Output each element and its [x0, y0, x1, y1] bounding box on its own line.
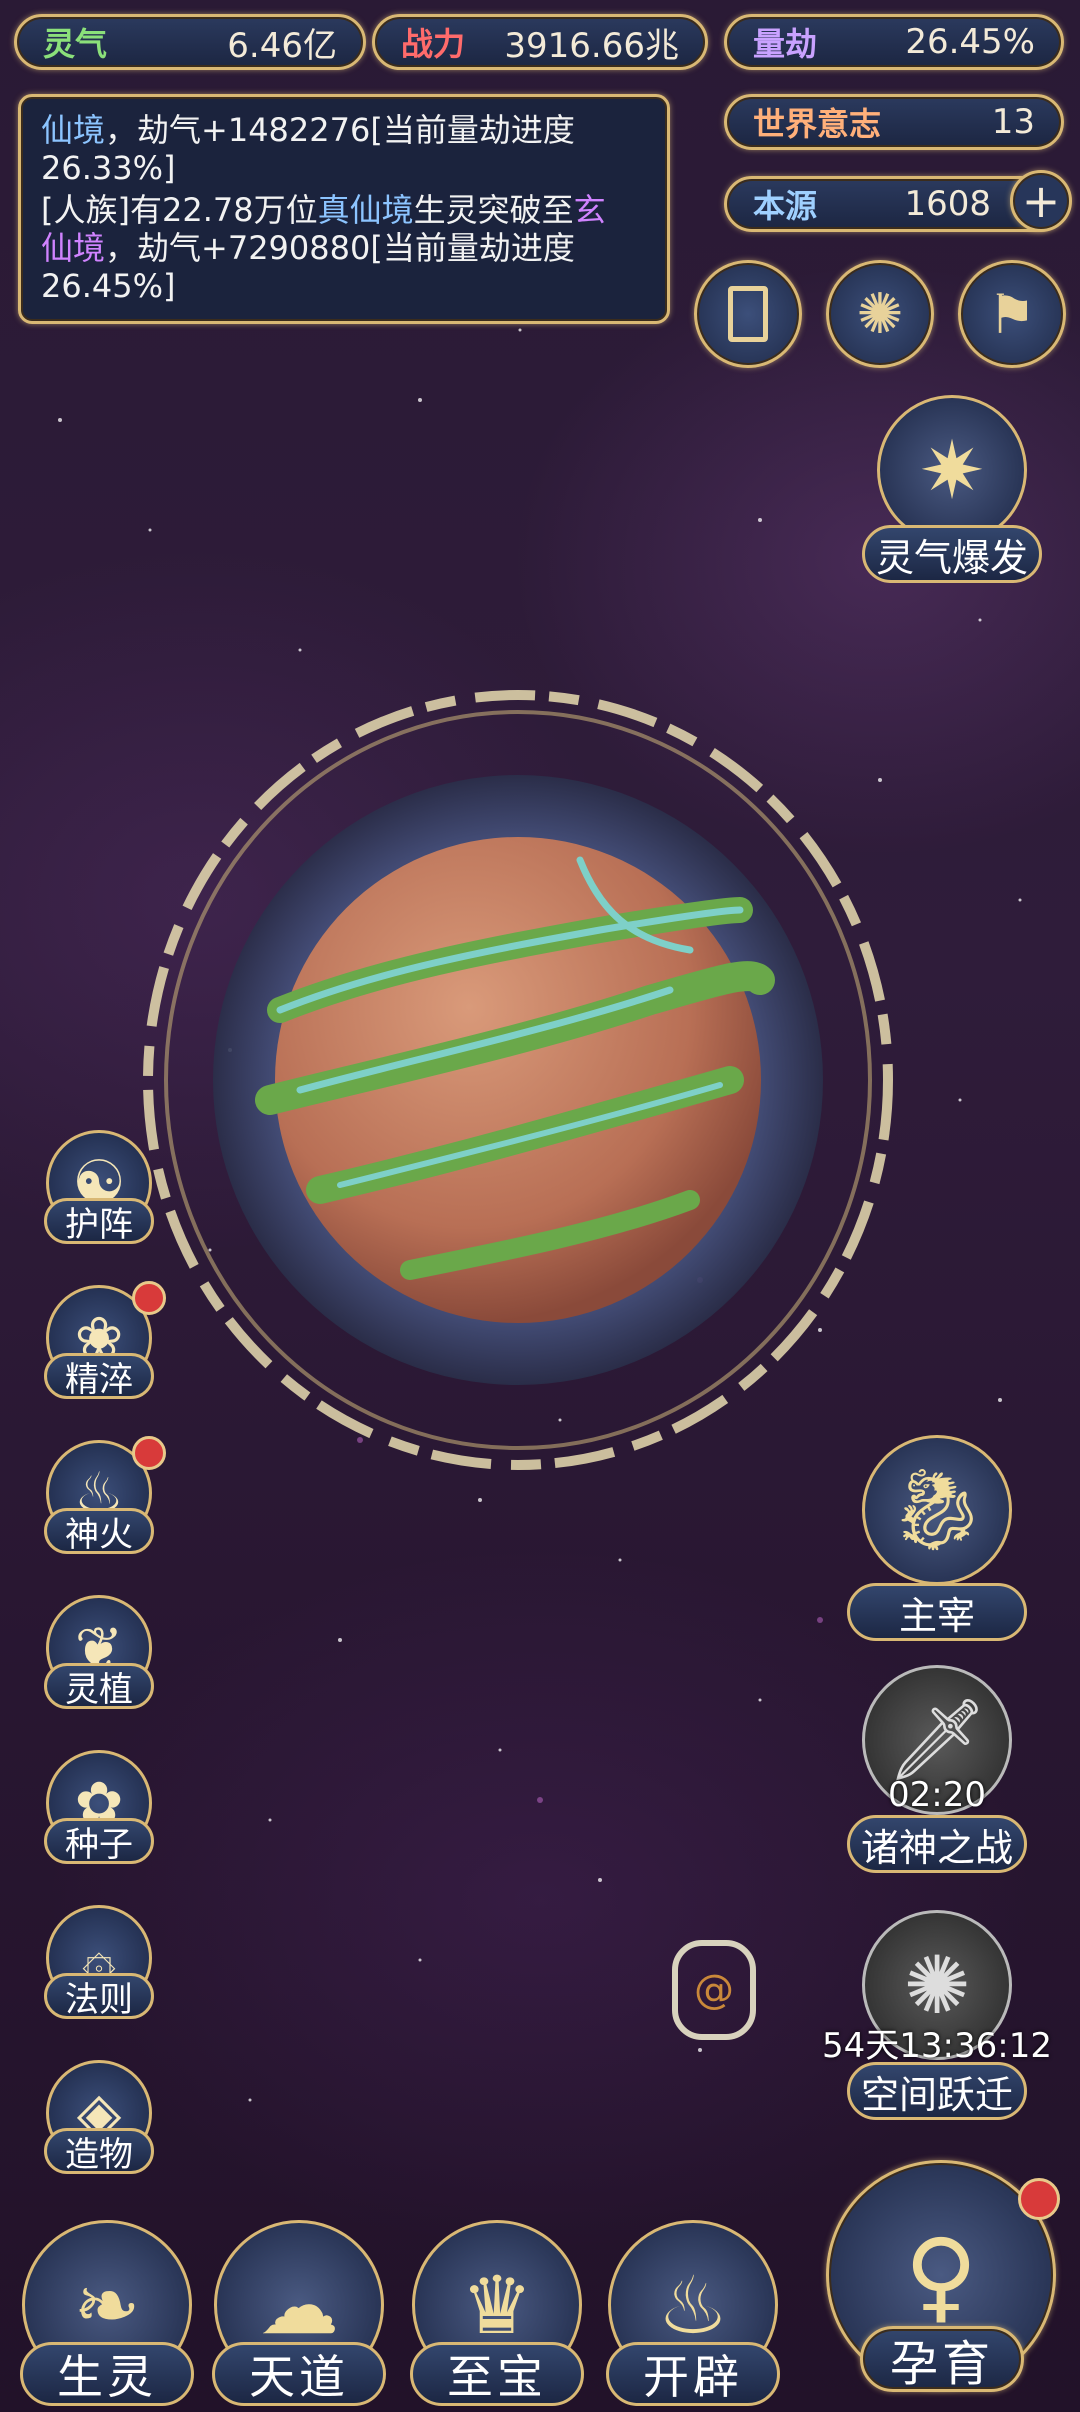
liangjie-value: 26.45%	[905, 22, 1035, 62]
log-entry: 仙境，劫气+1482276[当前量劫进度 26.33%]	[41, 111, 647, 187]
add-benyuan-button[interactable]: +	[1010, 170, 1072, 232]
left-menu-label: 神火	[44, 1508, 154, 1555]
bottom-menu-label: 天道	[212, 2342, 386, 2406]
zhuzai-label: 主宰	[847, 1583, 1027, 1641]
notification-badge	[132, 1281, 166, 1315]
card-icon	[728, 286, 768, 342]
bottom-menu-zhi-bao[interactable]: ♛ 至宝	[404, 2220, 590, 2412]
notification-badge	[1018, 2178, 1060, 2220]
left-menu-label: 法则	[44, 1973, 154, 2020]
left-menu-label: 种子	[44, 1818, 154, 1865]
bottom-menu-yun-yu[interactable]: ♀ 孕育	[812, 2150, 1070, 2408]
zhanli-stat: 战力 3916.66兆	[372, 14, 708, 70]
zhuzai-button[interactable]: 🐉︎ 主宰	[847, 1435, 1027, 1645]
log-entry: [人族]有22.78万位真仙境生灵突破至玄 仙境，劫气+7290880[当前量劫…	[41, 191, 647, 305]
benyuan-value: 1608	[904, 184, 991, 224]
zhushen-label: 诸神之战	[847, 1815, 1027, 1873]
bottom-menu-kai-pi[interactable]: ♨ 开辟	[600, 2220, 786, 2412]
log-text: ，劫气+1482276[当前量劫进度	[105, 111, 575, 149]
kongjian-yueqian-button[interactable]: ✺ 54天13:36:12 空间跃迁	[822, 1910, 1052, 2120]
swirl-icon: ✺	[856, 281, 904, 347]
log-realm-text: 真仙境	[317, 191, 414, 229]
left-menu-zao-wu[interactable]: ◈ 造物	[40, 2060, 158, 2178]
event-log: 仙境，劫气+1482276[当前量劫进度 26.33%] [人族]有22.78万…	[18, 94, 670, 324]
left-menu-fa-ze[interactable]: ۞ 法则	[40, 1905, 158, 2023]
log-text: 26.45%]	[41, 267, 176, 305]
log-realm-text: 仙境	[41, 229, 106, 267]
zhushen-zhizhan-button[interactable]: 🗡︎ 02:20 诸神之战	[847, 1665, 1027, 1875]
bottom-menu-label: 生灵	[20, 2342, 194, 2406]
kongjian-label: 空间跃迁	[847, 2062, 1027, 2120]
lingqi-stat: 灵气 6.46亿	[14, 14, 366, 70]
shijie-yizhi-stat[interactable]: 世界意志 13	[724, 94, 1064, 150]
left-menu-label: 护阵	[44, 1198, 154, 1245]
left-menu-label: 造物	[44, 2128, 154, 2175]
log-text: 生灵突破至	[413, 191, 574, 229]
left-menu-hu-zhen[interactable]: ☯ 护阵	[40, 1130, 158, 1248]
bottom-menu-label: 孕育	[860, 2326, 1024, 2392]
planet[interactable]	[130, 680, 910, 1480]
left-menu-ling-zhi[interactable]: ❦ 灵植	[40, 1595, 158, 1713]
kongjian-timer: 54天13:36:12	[822, 2026, 1052, 2066]
lingqi-burst-label: 灵气爆发	[862, 525, 1042, 583]
burst-icon: ✷	[877, 395, 1027, 545]
lingqi-burst-button[interactable]: ✷ 灵气爆发	[862, 395, 1042, 595]
left-menu-jing-cui[interactable]: ❀ 精淬	[40, 1281, 166, 1403]
shijie-yizhi-label: 世界意志	[753, 105, 882, 143]
lingqi-value: 6.46亿	[227, 25, 337, 66]
bottom-menu-sheng-ling[interactable]: ❧ 生灵	[14, 2220, 200, 2412]
flag-icon: ⚑	[987, 282, 1037, 346]
floating-relic-icon[interactable]: @	[672, 1940, 756, 2040]
bottom-menu-label: 开辟	[606, 2342, 780, 2406]
left-menu-label: 灵植	[44, 1663, 154, 1710]
log-realm-text: 玄	[573, 191, 606, 229]
bottom-menu-label: 至宝	[410, 2342, 584, 2406]
plus-icon: +	[1021, 174, 1061, 228]
liangjie-stat[interactable]: 量劫 26.45%	[724, 14, 1064, 70]
zhushen-timer: 02:20	[888, 1775, 986, 1815]
bottom-menu-tian-dao[interactable]: ☁ 天道	[206, 2220, 392, 2412]
log-realm-text: 仙境	[41, 111, 106, 149]
lingqi-label: 灵气	[43, 25, 108, 63]
shijie-yizhi-value: 13	[991, 102, 1035, 142]
benyuan-label: 本源	[753, 187, 818, 225]
zhanli-label: 战力	[401, 25, 466, 63]
log-text: 26.33%]	[41, 149, 176, 187]
notification-badge	[132, 1436, 166, 1470]
left-menu-zhong-zi[interactable]: ✿ 种子	[40, 1750, 158, 1868]
liangjie-label: 量劫	[753, 25, 818, 63]
swirl-button[interactable]: ✺	[826, 260, 934, 368]
dragon-icon: 🐉︎	[862, 1435, 1012, 1585]
log-text: ，劫气+7290880[当前量劫进度	[105, 229, 575, 267]
left-menu-shen-huo[interactable]: ♨ 神火	[40, 1436, 166, 1558]
log-text: [人族]有22.78万位	[41, 191, 318, 229]
card-button[interactable]	[694, 260, 802, 368]
flag-button[interactable]: ⚑	[958, 260, 1066, 368]
left-menu-label: 精淬	[44, 1353, 154, 1400]
zhanli-value: 3916.66兆	[504, 25, 679, 66]
